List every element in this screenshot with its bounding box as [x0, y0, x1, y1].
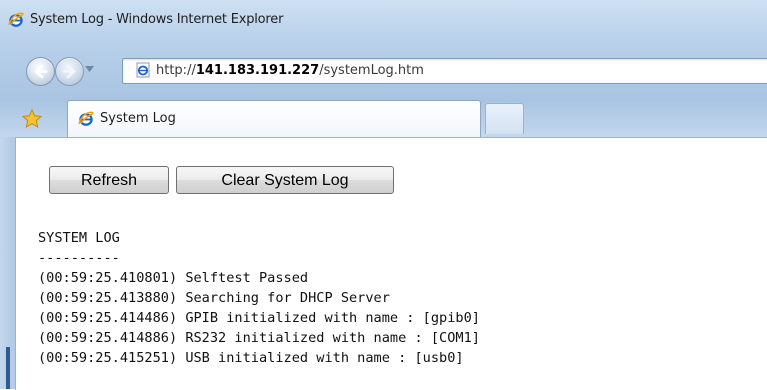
- window-title: System Log - Windows Internet Explorer: [30, 12, 284, 27]
- ie-logo-icon: [78, 111, 94, 126]
- address-url: http://141.183.191.227/systemLog.htm: [156, 63, 424, 78]
- window-left-border: [0, 137, 15, 389]
- browser-window: System Log - Windows Internet Explorer h…: [0, 0, 767, 390]
- star-icon[interactable]: [22, 109, 42, 128]
- back-arrow-icon: [34, 64, 48, 79]
- address-bar[interactable]: http://141.183.191.227/systemLog.htm: [122, 58, 767, 84]
- title-bar: System Log - Windows Internet Explorer: [0, 0, 767, 40]
- log-heading: SYSTEM LOG: [38, 230, 120, 246]
- tab-label: System Log: [100, 111, 176, 126]
- ie-page-icon: [136, 62, 150, 78]
- url-host: 141.183.191.227: [195, 63, 320, 78]
- log-entry: (00:59:25.413880) Searching for DHCP Ser…: [38, 290, 390, 306]
- log-entry: (00:59:25.414486) GPIB initialized with …: [38, 310, 480, 326]
- tab-system-log[interactable]: System Log: [67, 100, 481, 137]
- url-path: /systemLog.htm: [319, 63, 424, 78]
- forward-button[interactable]: [55, 57, 84, 86]
- log-separator: ----------: [38, 250, 120, 266]
- clear-system-log-button[interactable]: Clear System Log: [176, 166, 394, 194]
- log-entry: (00:59:25.415251) USB initialized with n…: [38, 350, 464, 366]
- chevron-down-icon[interactable]: [85, 66, 94, 72]
- back-button[interactable]: [26, 57, 55, 86]
- log-entry: (00:59:25.410801) Selftest Passed: [38, 270, 309, 286]
- refresh-button[interactable]: Refresh: [49, 166, 169, 194]
- log-entry: (00:59:25.414886) RS232 initialized with…: [38, 330, 480, 346]
- forward-arrow-icon: [62, 64, 76, 79]
- new-tab-button[interactable]: [485, 103, 524, 134]
- url-prefix: http://: [156, 63, 196, 78]
- ie-logo-icon: [8, 12, 24, 27]
- border-accent: [6, 347, 10, 389]
